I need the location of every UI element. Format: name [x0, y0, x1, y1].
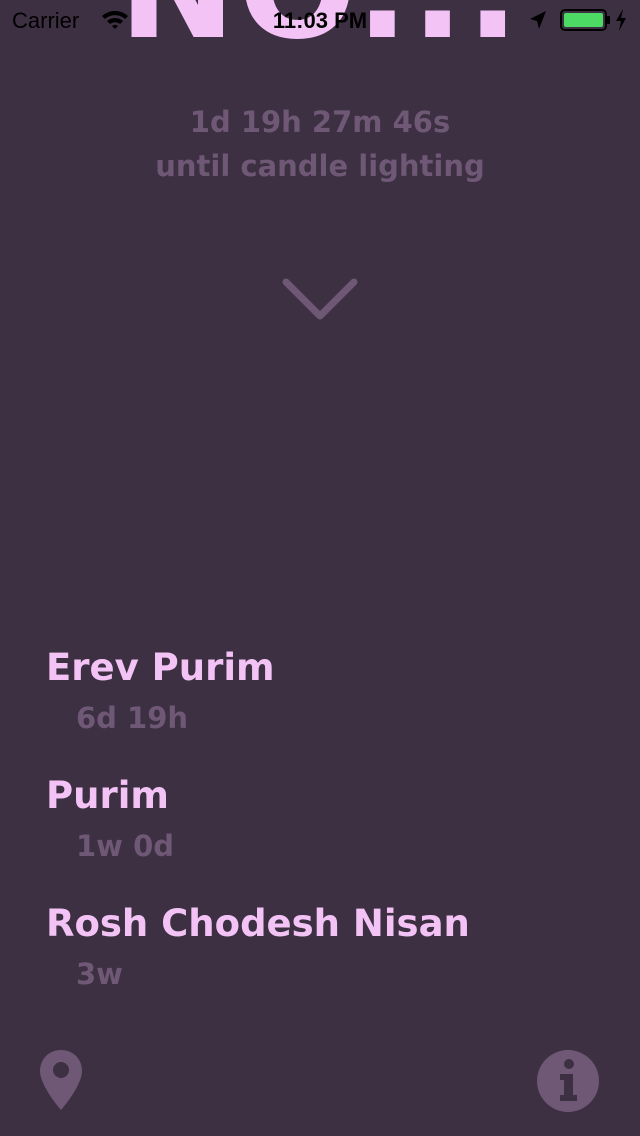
- holiday-time: 6d 19h: [76, 701, 189, 735]
- list-item: Erev Purim 6d 19h: [46, 640, 606, 768]
- holiday-name: Erev Purim: [46, 646, 275, 689]
- status-bar: Carrier 11:03 PM: [0, 0, 640, 40]
- map-pin-icon[interactable]: [38, 1048, 84, 1112]
- charging-icon: [614, 8, 628, 36]
- holiday-name: Purim: [46, 774, 169, 817]
- info-icon[interactable]: [536, 1049, 600, 1113]
- countdown: 1d 19h 27m 46s until candle lighting: [0, 100, 640, 188]
- countdown-label: until candle lighting: [155, 149, 485, 183]
- holiday-time: 3w: [76, 957, 123, 991]
- countdown-value: 1d 19h 27m 46s: [189, 105, 451, 139]
- location-arrow-icon: [528, 9, 548, 35]
- holiday-time: 1w 0d: [76, 829, 175, 863]
- list-item: Rosh Chodesh Nisan 3w: [46, 896, 606, 1024]
- list-item: Purim 1w 0d: [46, 768, 606, 896]
- holiday-name: Rosh Chodesh Nisan: [46, 902, 470, 945]
- chevron-down-icon[interactable]: [282, 278, 358, 324]
- battery-icon: [560, 8, 612, 36]
- holiday-list: Erev Purim 6d 19h Purim 1w 0d Rosh Chode…: [46, 640, 606, 1024]
